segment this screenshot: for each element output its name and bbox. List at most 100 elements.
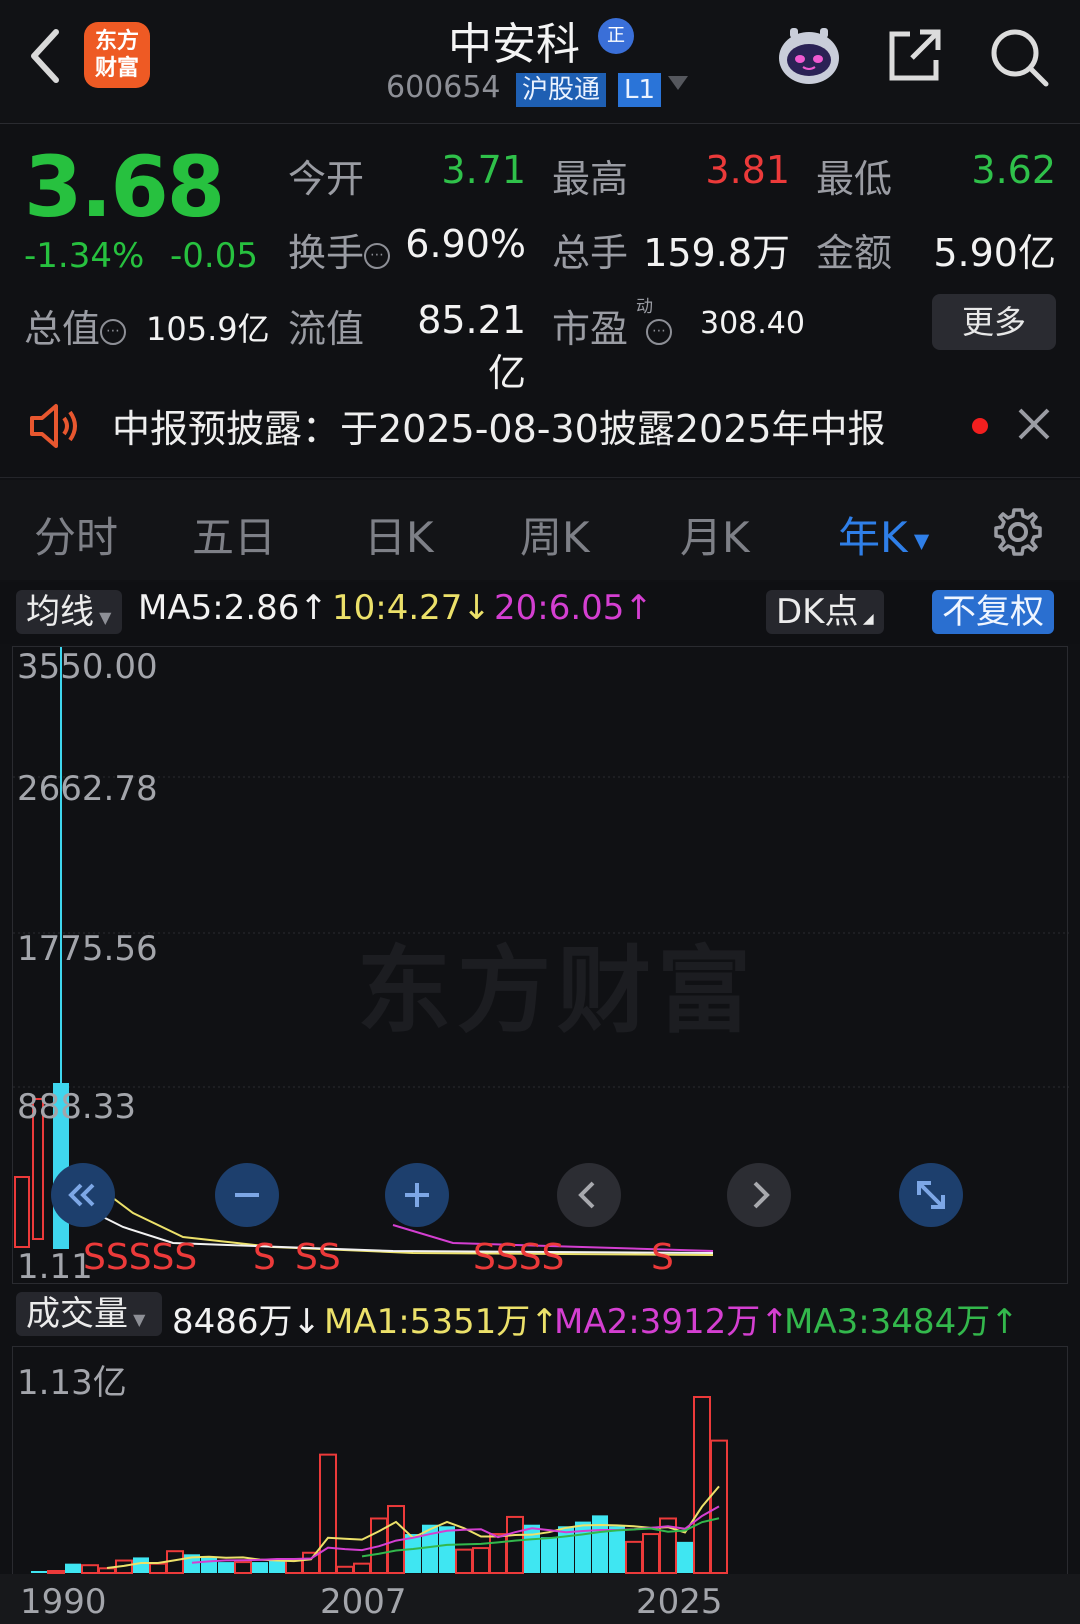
volume-bar [439,1526,455,1573]
volume-ma2: MA2:3912万↑ [554,1302,789,1342]
volume-selector[interactable]: 成交量 ▼ [16,1292,162,1336]
back-arrow-icon[interactable] [24,26,68,86]
volume-bar [541,1537,557,1573]
regular-badge: 正 [598,18,634,54]
close-icon[interactable] [1016,406,1052,442]
volume-bar [252,1562,268,1573]
volume-bar [524,1524,540,1573]
volume-bar [98,1567,116,1575]
volume-bar [285,1559,303,1575]
tab-daily-k[interactable]: 日K [364,504,434,565]
ma20-value: 20:6.05↑ [494,588,653,628]
volume-bar [353,1562,371,1574]
volume-ma1: MA1:5351万↑ [324,1302,559,1342]
turnover-label-text: 换手 [288,231,365,275]
share-icon[interactable] [884,26,944,86]
high-value: 3.81 [705,148,790,192]
high-label: 最高 [552,157,629,201]
plus-icon [405,1183,429,1207]
change-amount: -0.05 [170,236,258,276]
settings-gear-icon[interactable] [992,506,1044,558]
volume-bar [609,1526,625,1573]
tab-intraday[interactable]: 分时 [34,504,118,565]
volume-bar [234,1561,252,1575]
price-chart[interactable]: 东方财富 3550.00 2662.78 1775.56 888.33 1.11… [12,646,1069,1287]
volume-chart[interactable]: 1.13亿 [12,1346,1068,1575]
volume-bar [319,1453,337,1574]
year-label: 2007 [320,1582,407,1622]
market-cap-label[interactable]: 总值 ⋯ [24,298,127,353]
speaker-icon [30,404,77,448]
volume-bar [65,1563,81,1573]
tab-yearly-k[interactable]: 年K ▼ [838,504,929,565]
ma-selector[interactable]: 均线 ▼ [16,590,122,634]
volume-bar [81,1564,99,1574]
year-label: 1990 [20,1582,107,1622]
volume-bar [558,1526,574,1573]
price-tick: 2662.78 [17,769,158,809]
level-tag[interactable]: L1 [618,73,662,107]
stock-name: 中安科 [448,19,580,70]
scroll-right-button[interactable] [727,1163,791,1227]
scroll-left-fast-button[interactable] [51,1163,115,1227]
dropdown-triangle-icon: ▼ [94,608,112,627]
connect-tag[interactable]: 沪股通 [516,73,607,107]
fullscreen-button[interactable] [899,1163,963,1227]
sell-signal: SS [295,1237,341,1278]
info-icon[interactable]: ⋯ [100,318,127,345]
volume-bar [47,1570,65,1574]
sell-signal: SSSSS [83,1237,198,1278]
robot-assistant-icon[interactable] [776,22,842,88]
year-label: 2025 [636,1582,723,1622]
chevron-down-icon[interactable] [668,76,688,90]
last-price: 3.68 [24,138,225,236]
open-value: 3.71 [441,148,526,192]
search-icon[interactable] [988,26,1050,88]
tab-five-day[interactable]: 五日 [192,504,276,565]
corner-triangle-icon: ◢ [858,611,874,627]
float-cap-label: 流值 [288,307,365,351]
tab-weekly-k[interactable]: 周K [520,504,590,565]
zoom-in-button[interactable] [385,1163,449,1227]
info-icon[interactable]: ⋯ [646,318,673,345]
change-percent: -1.34% [24,236,145,276]
scroll-left-button[interactable] [557,1163,621,1227]
chevron-right-icon [753,1181,770,1209]
pe-label[interactable]: 市盈 ⋯ [552,298,673,353]
pe-label-text: 市盈 [552,307,629,351]
volume-bar [592,1515,608,1573]
zoom-out-button[interactable] [215,1163,279,1227]
turnover-label[interactable]: 换手 ⋯ [288,222,391,277]
price-tick: 3550.00 [17,647,158,687]
volume-bar [133,1557,149,1573]
volume-bar [472,1547,490,1575]
no-adjust-button[interactable]: 不复权 [932,590,1054,634]
pe-dynamic-mark: 动 [636,297,653,317]
expand-icon [917,1181,945,1209]
tab-yearly-k-label: 年K [838,513,908,562]
more-button[interactable]: 更多 [932,294,1056,350]
info-icon[interactable]: ⋯ [364,242,391,269]
app-logo[interactable]: 东方 财富 [84,22,150,88]
candle-body [14,1176,30,1248]
notice-text[interactable]: 中报预披露：于2025-08-30披露2025年中报 [112,398,886,453]
stock-code: 600654 [386,70,501,105]
unread-dot [972,418,988,434]
volume-bar [218,1562,234,1573]
notice-bar[interactable]: 中报预披露：于2025-08-30披露2025年中报 [0,372,1080,478]
dk-point-button[interactable]: DK点 ◢ [766,590,884,634]
volume-bar [31,1571,47,1573]
tab-monthly-k[interactable]: 月K [680,504,750,565]
dk-point-label: DK点 [776,592,859,632]
volume-bar [489,1533,507,1575]
ma10-value: 10:4.27↓ [332,588,491,628]
market-cap-label-text: 总值 [24,307,101,351]
logo-text-bottom: 财富 [94,56,139,81]
price-tick: 1775.56 [17,929,158,969]
dropdown-triangle-icon: ▼ [907,528,930,553]
minus-icon [235,1193,259,1197]
volume-ma3: MA3:3484万↑ [784,1302,1019,1342]
sell-signal: SSSS [473,1237,565,1278]
volume-bar [201,1557,217,1573]
pe-value: 308.40 [700,306,805,341]
